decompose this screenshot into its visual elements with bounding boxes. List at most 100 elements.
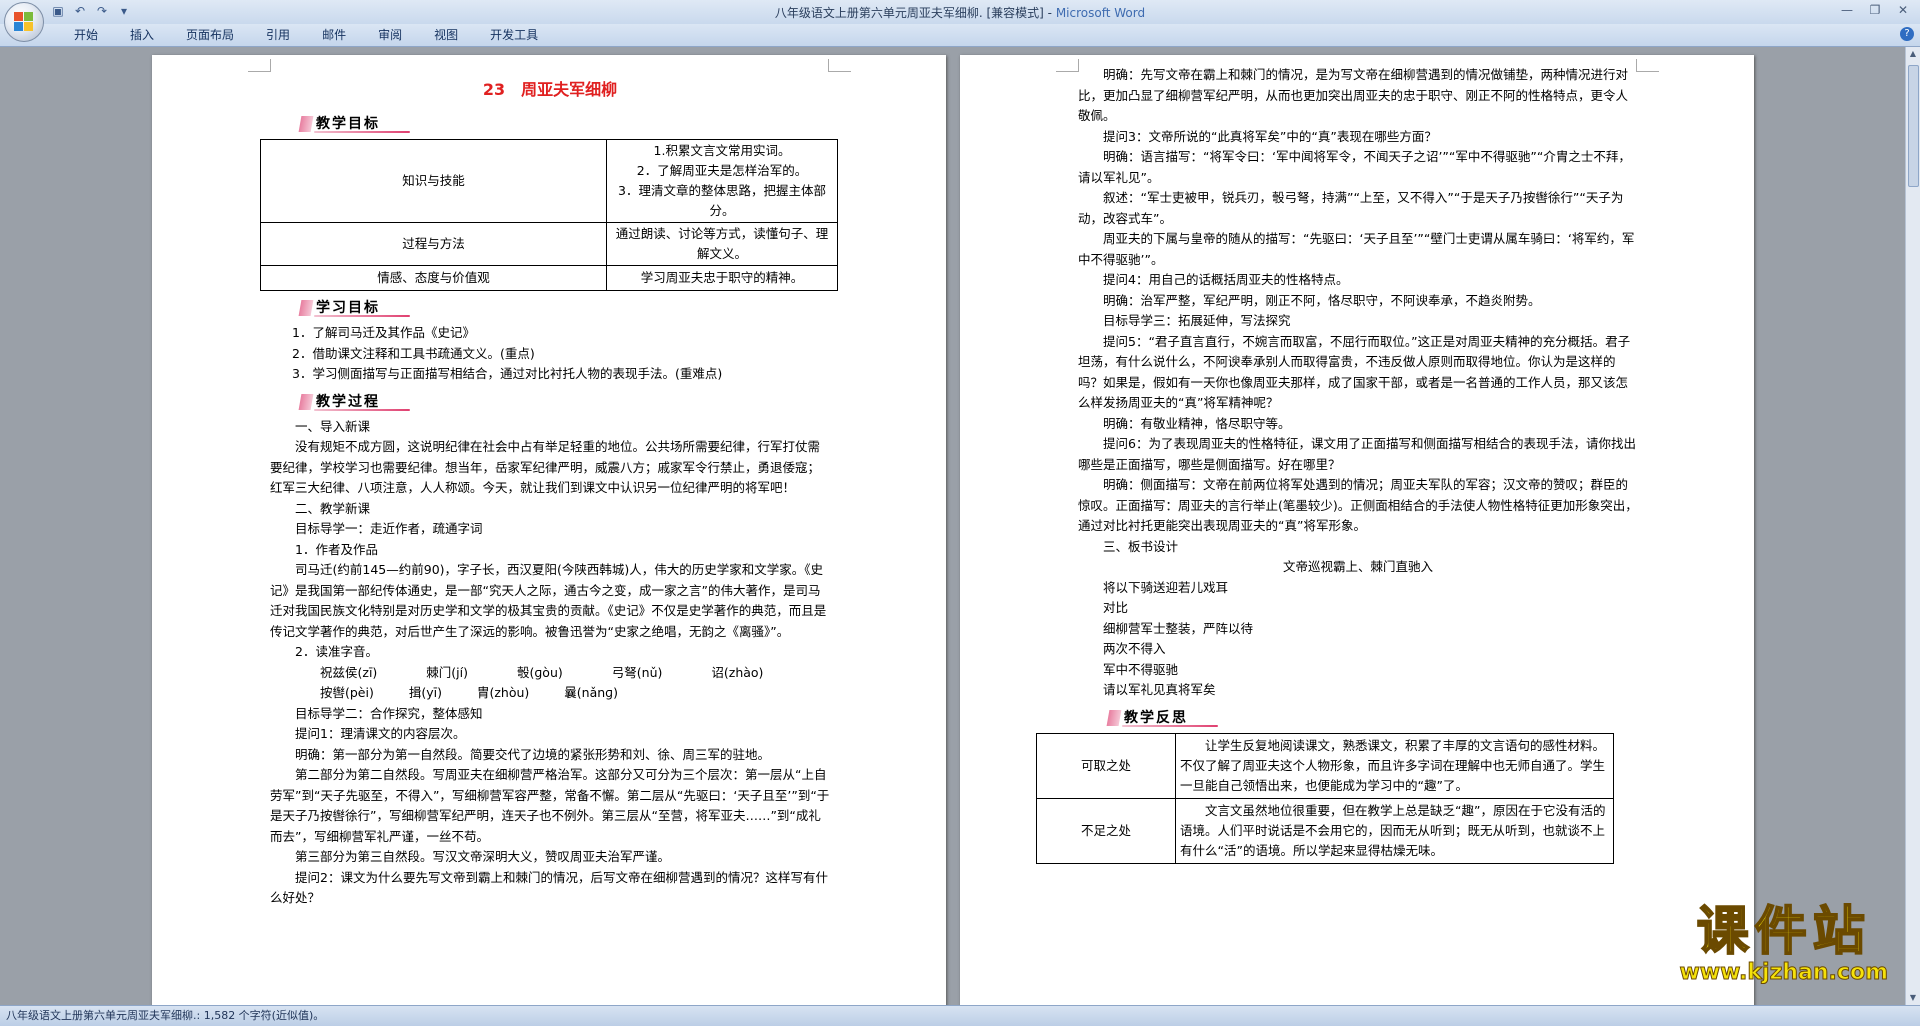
table-cell-label: 过程与方法 — [260, 222, 607, 266]
table-cell-label: 知识与技能 — [260, 139, 607, 223]
paragraph: 没有规矩不成方圆，这说明纪律在社会中占有举足轻重的地位。公共场所需要纪律，行军打… — [270, 439, 821, 495]
crop-mark — [248, 59, 271, 72]
vertical-scrollbar[interactable]: ▲ ▼ — [1905, 47, 1920, 1005]
swirl-decoration — [1122, 724, 1218, 727]
table-row: 不足之处 文言文虽然地位很重要，但在教学上总是缺乏“趣”，原因在于它没有活的语境… — [1036, 797, 1614, 864]
learn-goal-item: 1．了解司马迁及其作品《史记》 — [292, 325, 475, 340]
reflect-table: 可取之处 让学生反复地阅读课文，熟悉课文，积累了丰厚的文言语句的感性材料。不仅了… — [1036, 732, 1614, 864]
paragraph: 明确：第一部分为第一自然段。简要交代了边境的紧张形势和刘、徐、周三军的驻地。 — [295, 746, 771, 762]
pronunciation-item: 曩(nǎnɡ) — [564, 685, 618, 700]
page-2: 明确：先写文帝在霸上和棘门的情况，是为写文帝在细柳营遇到的情况做铺垫，两种情况进… — [960, 55, 1754, 1005]
scrollbar-thumb[interactable] — [1908, 65, 1919, 187]
paragraph: 三、板书设计 — [1103, 538, 1179, 554]
paragraph: 明确：治军严整，军纪严明，刚正不阿，恪尽职守，不阿谀奉承，不趋炎附势。 — [1103, 292, 1541, 308]
swirl-decoration — [314, 408, 410, 411]
board-line: 将以下骑送迎若儿戏耳 — [1103, 579, 1229, 595]
swirl-decoration — [314, 315, 410, 317]
paragraph: 提问3：文帝所说的“此真将军矣”中的“真”表现在哪些方面？ — [1103, 128, 1437, 144]
paragraph: 第三部分为第三自然段。写汉文帝深明大义，赞叹周亚夫治军严谨。 — [295, 849, 671, 864]
pronunciation-item: 彀(ɡòu) — [517, 664, 563, 680]
table-line: 1.积累文言文常用实词。 — [653, 143, 791, 158]
table-cell-label: 情感、态度与价值观 — [260, 265, 607, 291]
tab-view[interactable]: 视图 — [418, 27, 474, 43]
office-button[interactable] — [4, 2, 44, 42]
section-heading-reflect: 教学反思 — [1078, 707, 1638, 729]
table-cell-content: 通过朗读、讨论等方式，读懂句子、理解文义。 — [606, 222, 838, 266]
pronunciation-item: 诏(zhào) — [711, 664, 764, 680]
ribbon: 开始 插入 页面布局 引用 邮件 审阅 视图 开发工具 ? — [0, 24, 1920, 47]
crop-mark — [1636, 59, 1659, 72]
ribbon-decoration-icon — [298, 300, 314, 316]
status-text: 八年级语文上册第六单元周亚夫军细柳.: 1,582 个字符(近似值)。 — [6, 1009, 325, 1022]
restore-icon[interactable]: ❐ — [1862, 1, 1888, 19]
tab-developer[interactable]: 开发工具 — [474, 27, 554, 43]
pronunciation-row: 祝兹侯(zī) 棘门(jí) 彀(ɡòu) 弓弩(nǔ) 诏(zhào) — [270, 663, 830, 684]
paragraph: 提问2：课文为什么要先写文帝到霸上和棘门的情况，后写文帝在细柳营遇到的情况？这样… — [270, 869, 828, 906]
paragraph: 提问1：理清课文的内容层次。 — [295, 726, 466, 741]
tab-home[interactable]: 开始 — [58, 27, 114, 43]
watermark-url: www.kjzhan.com — [1679, 960, 1889, 985]
table-cell-content: 文言文虽然地位很重要，但在教学上总是缺乏“趣”，原因在于它没有活的语境。人们平时… — [1175, 797, 1614, 864]
close-icon[interactable]: ✕ — [1890, 1, 1916, 19]
watermark-logo: 课件站 www.kjzhan.com — [1679, 902, 1889, 985]
table-row: 知识与技能 1.积累文言文常用实词。 2．了解周亚夫是怎样治军的。 3．理清文章… — [260, 139, 838, 223]
tab-references[interactable]: 引用 — [250, 27, 306, 43]
table-line: 3．理清文章的整体思路，把握主体部分。 — [618, 183, 826, 218]
paragraph: 目标导学一：走近作者，疏通字词 — [295, 521, 483, 536]
ribbon-decoration-icon — [298, 393, 314, 410]
page-2-content[interactable]: 明确：先写文帝在霸上和棘门的情况，是为写文帝在细柳营遇到的情况做铺垫，两种情况进… — [1036, 65, 1638, 864]
paragraph: 2．读准字音。 — [295, 644, 378, 659]
title-bar: ▣ ↶ ↷ ▾ 八年级语文上册第六单元周亚夫军细柳. [兼容模式] - Micr… — [0, 0, 1920, 24]
paragraph: 二、教学新课 — [295, 500, 371, 516]
tab-mailings[interactable]: 邮件 — [306, 27, 362, 43]
window-title: 八年级语文上册第六单元周亚夫军细柳. [兼容模式] - Microsoft Wo… — [0, 4, 1920, 21]
learn-goal-item: 2．借助课文注释和工具书疏通文义。(重点) — [292, 345, 535, 361]
office-logo-icon — [14, 12, 34, 32]
section-heading-process: 教学过程 — [270, 391, 830, 413]
paragraph: 第二部分为第二自然段。写周亚夫在细柳营严格治军。这部分又可分为三个层次：第一层从… — [270, 767, 830, 844]
pronunciation-item: 揖(yī) — [408, 685, 442, 700]
board-line: 细柳营军士整装，严阵以待 — [1103, 620, 1254, 636]
help-icon[interactable]: ? — [1900, 27, 1914, 41]
paragraph: 叙述：“军士吏被甲，锐兵刃，彀弓弩，持满”“上至，又不得入”“于是天子乃按辔徐行… — [1078, 190, 1624, 226]
tab-insert[interactable]: 插入 — [114, 27, 170, 43]
scroll-up-icon[interactable]: ▲ — [1906, 47, 1920, 61]
board-line: 请以军礼见真将军矣 — [1103, 682, 1216, 697]
paragraph: 周亚夫的下属与皇帝的随从的描写：“先驱曰：‘天子且至’”“壁门士吏谓从属车骑曰：… — [1078, 231, 1635, 267]
page-1: 23 周亚夫军细柳 教学目标 知识与技能 1.积累文言文常用实词。 2．了解周亚… — [152, 55, 946, 1005]
table-cell-content: 学习周亚夫忠于职守的精神。 — [606, 265, 838, 291]
paragraph: 目标导学三：拓展延伸，写法探究 — [1103, 313, 1291, 328]
goal-table: 知识与技能 1.积累文言文常用实词。 2．了解周亚夫是怎样治军的。 3．理清文章… — [260, 139, 838, 291]
table-cell-content: 1.积累文言文常用实词。 2．了解周亚夫是怎样治军的。 3．理清文章的整体思路，… — [606, 139, 838, 223]
board-title: 文帝巡视霸上、棘门直驰入 — [1282, 559, 1433, 574]
paragraph: 明确：先写文帝在霸上和棘门的情况，是为写文帝在细柳营遇到的情况做铺垫，两种情况进… — [1078, 67, 1629, 123]
table-row: 情感、态度与价值观 学习周亚夫忠于职守的精神。 — [260, 265, 838, 291]
board-line: 两次不得入 — [1103, 641, 1166, 656]
tab-page-layout[interactable]: 页面布局 — [170, 27, 250, 43]
pronunciation-row: 按辔(pèi) 揖(yī) 胄(zhòu) 曩(nǎnɡ) — [270, 683, 830, 704]
crop-mark — [828, 59, 851, 72]
paragraph: 明确：语言描写：“将军令曰：‘军中闻将军令，不闻天子之诏’”“军中不得驱驰”“介… — [1078, 149, 1631, 185]
minimize-icon[interactable]: — — [1834, 1, 1860, 19]
scroll-down-icon[interactable]: ▼ — [1906, 991, 1920, 1005]
pronunciation-item: 按辔(pèi) — [320, 685, 374, 700]
paragraph: 提问5：“君子直言直行，不婉言而取富，不屈行而取位。”这正是对周亚夫精神的充分概… — [1078, 333, 1631, 411]
paragraph: 目标导学二：合作探究，整体感知 — [295, 705, 483, 721]
paragraph: 明确：有敬业精神，恪尽职守等。 — [1103, 415, 1291, 431]
learn-goal-item: 3．学习侧面描写与正面描写相结合，通过对比衬托人物的表现手法。(重难点) — [292, 366, 723, 381]
watermark-text: 课件站 — [1696, 902, 1871, 962]
pronunciation-item: 祝兹侯(zī) — [320, 664, 378, 680]
board-line: 对比 — [1103, 600, 1129, 615]
table-row: 过程与方法 通过朗读、讨论等方式，读懂句子、理解文义。 — [260, 222, 838, 266]
app-name: Microsoft Word — [1055, 6, 1146, 20]
ribbon-decoration-icon — [1106, 709, 1122, 726]
page-1-content[interactable]: 23 周亚夫军细柳 教学目标 知识与技能 1.积累文言文常用实词。 2．了解周亚… — [260, 73, 838, 909]
document-workspace: 23 周亚夫军细柳 教学目标 知识与技能 1.积累文言文常用实词。 2．了解周亚… — [0, 47, 1906, 1005]
document-title: 八年级语文上册第六单元周亚夫军细柳. [兼容模式] - — [774, 6, 1056, 20]
tab-review[interactable]: 审阅 — [362, 27, 418, 43]
ribbon-tabs: 开始 插入 页面布局 引用 邮件 审阅 视图 开发工具 — [58, 27, 554, 43]
table-cell-label: 可取之处 — [1036, 732, 1176, 799]
window-controls: — ❐ ✕ — [1834, 1, 1916, 19]
paragraph: 司马迁(约前145—约前90)，字子长，西汉夏阳(今陕西韩城)人，伟大的历史学家… — [270, 562, 827, 639]
board-line: 军中不得驱驰 — [1103, 661, 1179, 677]
